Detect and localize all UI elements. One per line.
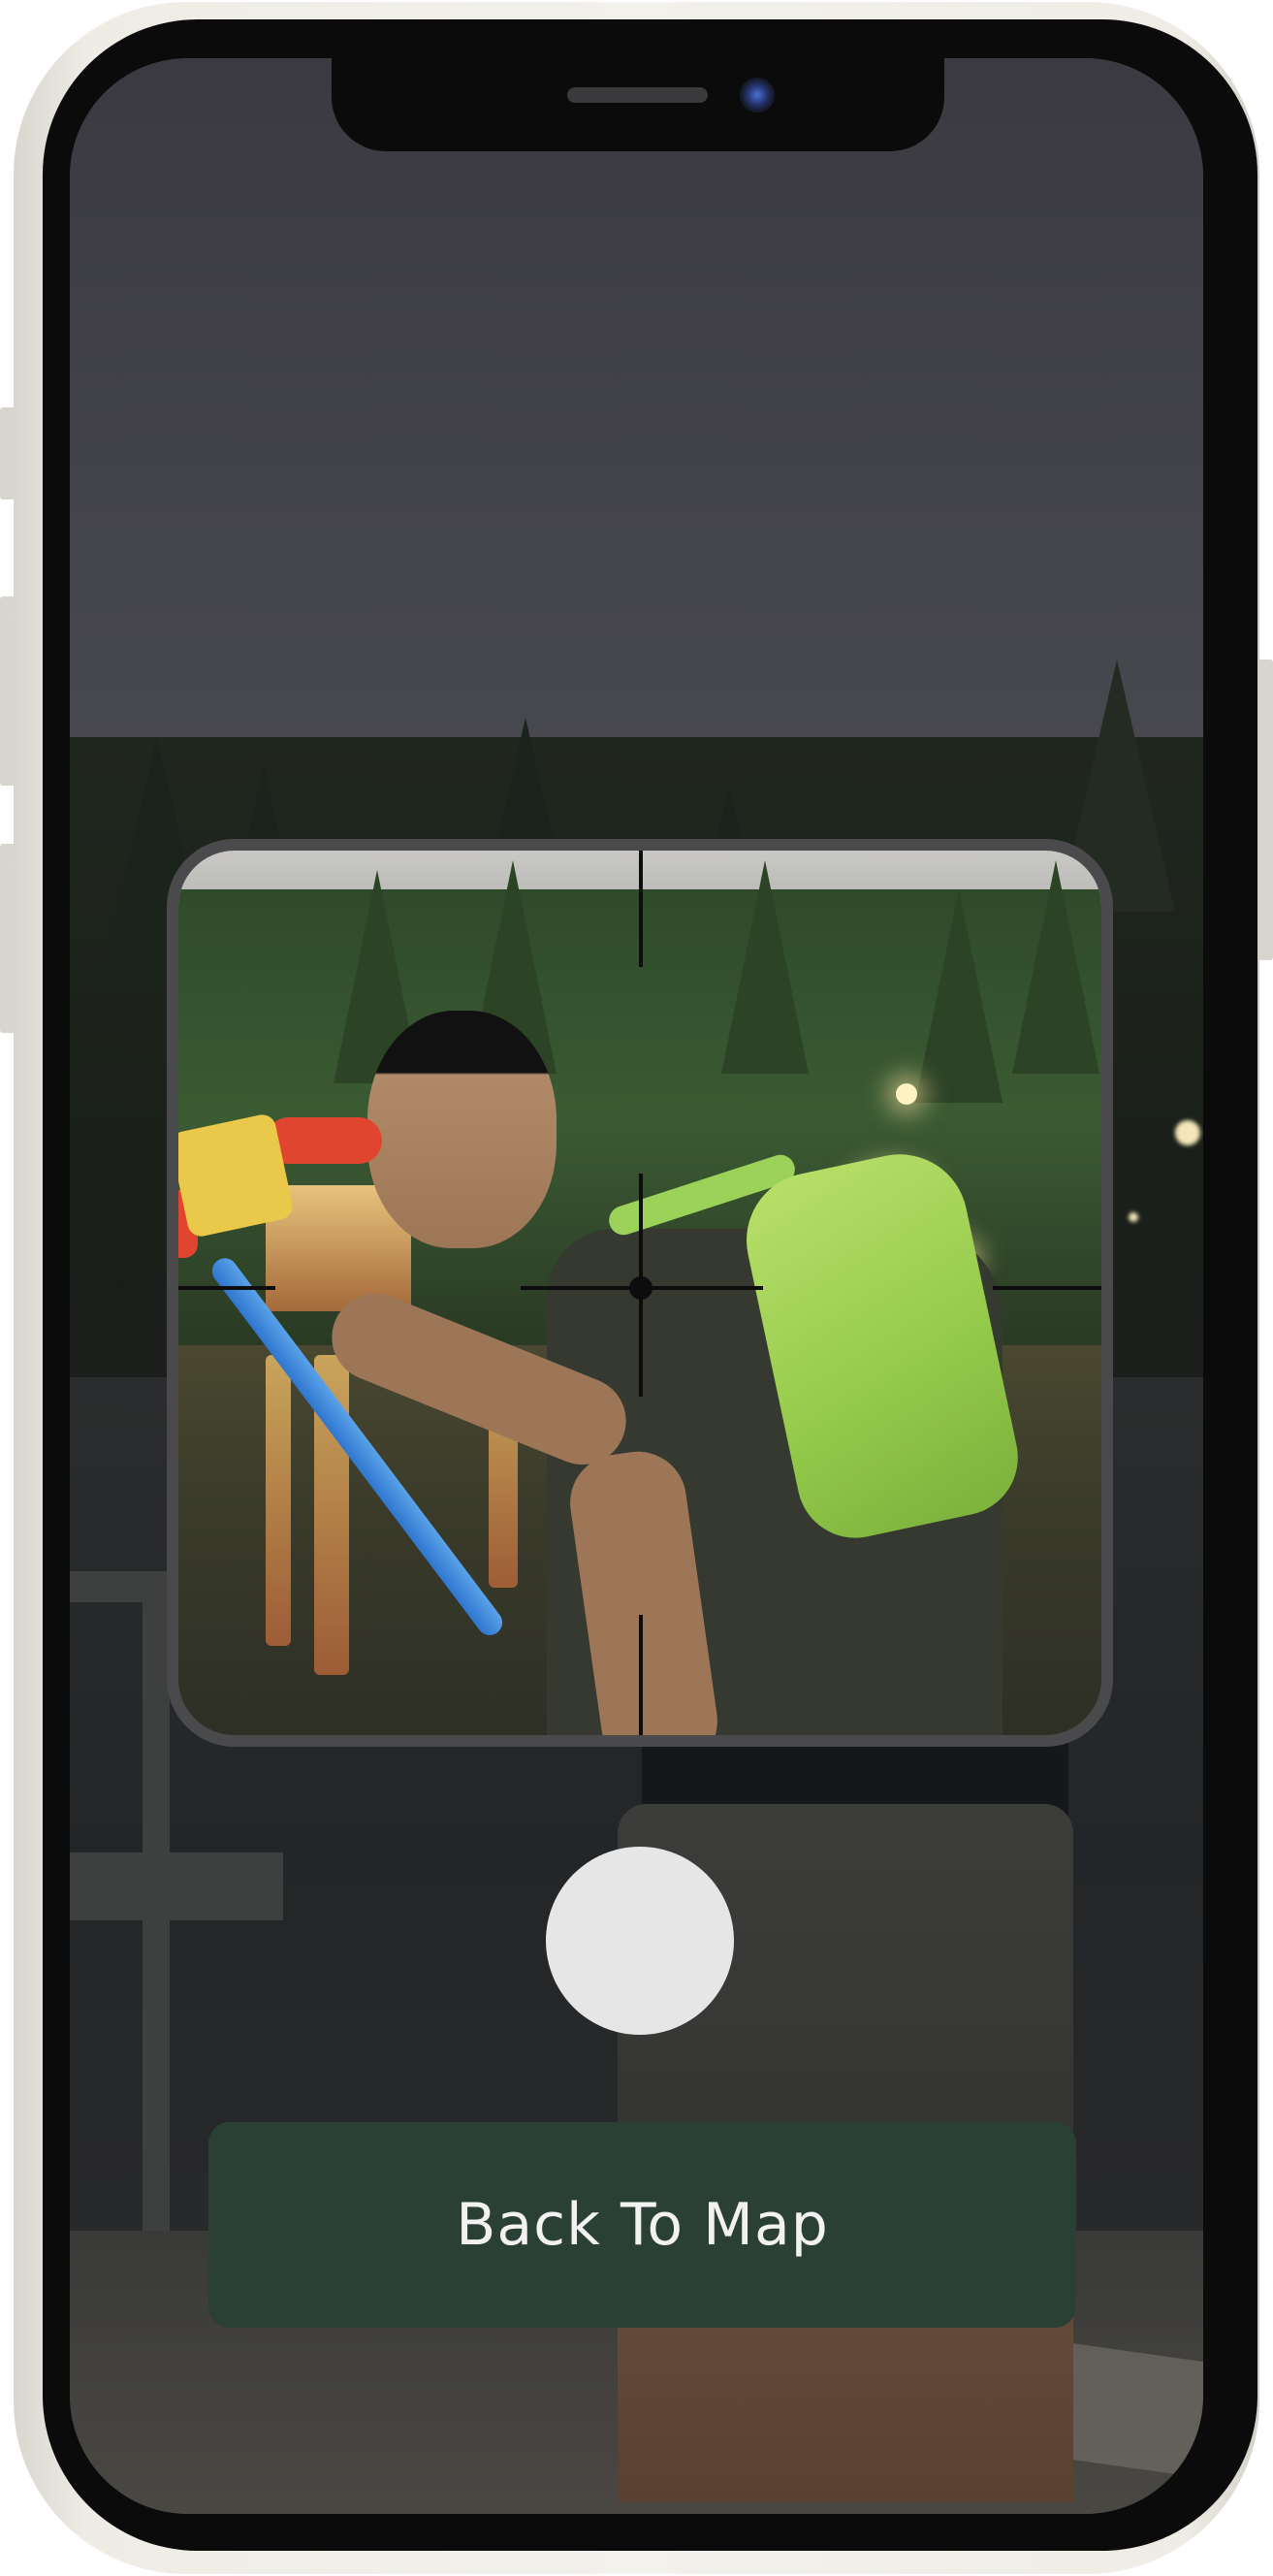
crosshair-line-top — [639, 851, 643, 967]
toy-hammer-block — [178, 1111, 296, 1240]
front-camera-icon — [740, 78, 775, 113]
back-to-map-label: Back To Map — [456, 2191, 829, 2259]
speaker-grille-icon — [567, 87, 708, 103]
pine-tree — [915, 889, 1002, 1103]
crosshair-line-bottom — [639, 1615, 643, 1735]
back-to-map-button[interactable]: Back To Map — [208, 2122, 1076, 2328]
power-button — [1257, 660, 1273, 960]
pine-tree — [721, 860, 809, 1074]
water-reflection — [266, 1355, 291, 1646]
railing-post — [143, 1571, 170, 2308]
subject-head — [367, 1011, 557, 1248]
notch — [332, 58, 944, 151]
crosshair-center-dot — [629, 1276, 652, 1300]
toy-hammer-head — [266, 1117, 382, 1164]
shutter-button[interactable] — [546, 1847, 734, 2035]
camera-screen: Back To Map — [70, 58, 1203, 2514]
railing-bar — [70, 1852, 283, 1920]
light-bokeh — [1129, 1212, 1138, 1222]
crosshair-line-right — [993, 1286, 1101, 1290]
pine-tree — [1012, 860, 1099, 1074]
crosshair-line-left — [178, 1286, 275, 1290]
device-stage: Back To Map — [0, 0, 1273, 2576]
light-bokeh — [1175, 1120, 1200, 1145]
light-bokeh — [896, 1083, 917, 1105]
